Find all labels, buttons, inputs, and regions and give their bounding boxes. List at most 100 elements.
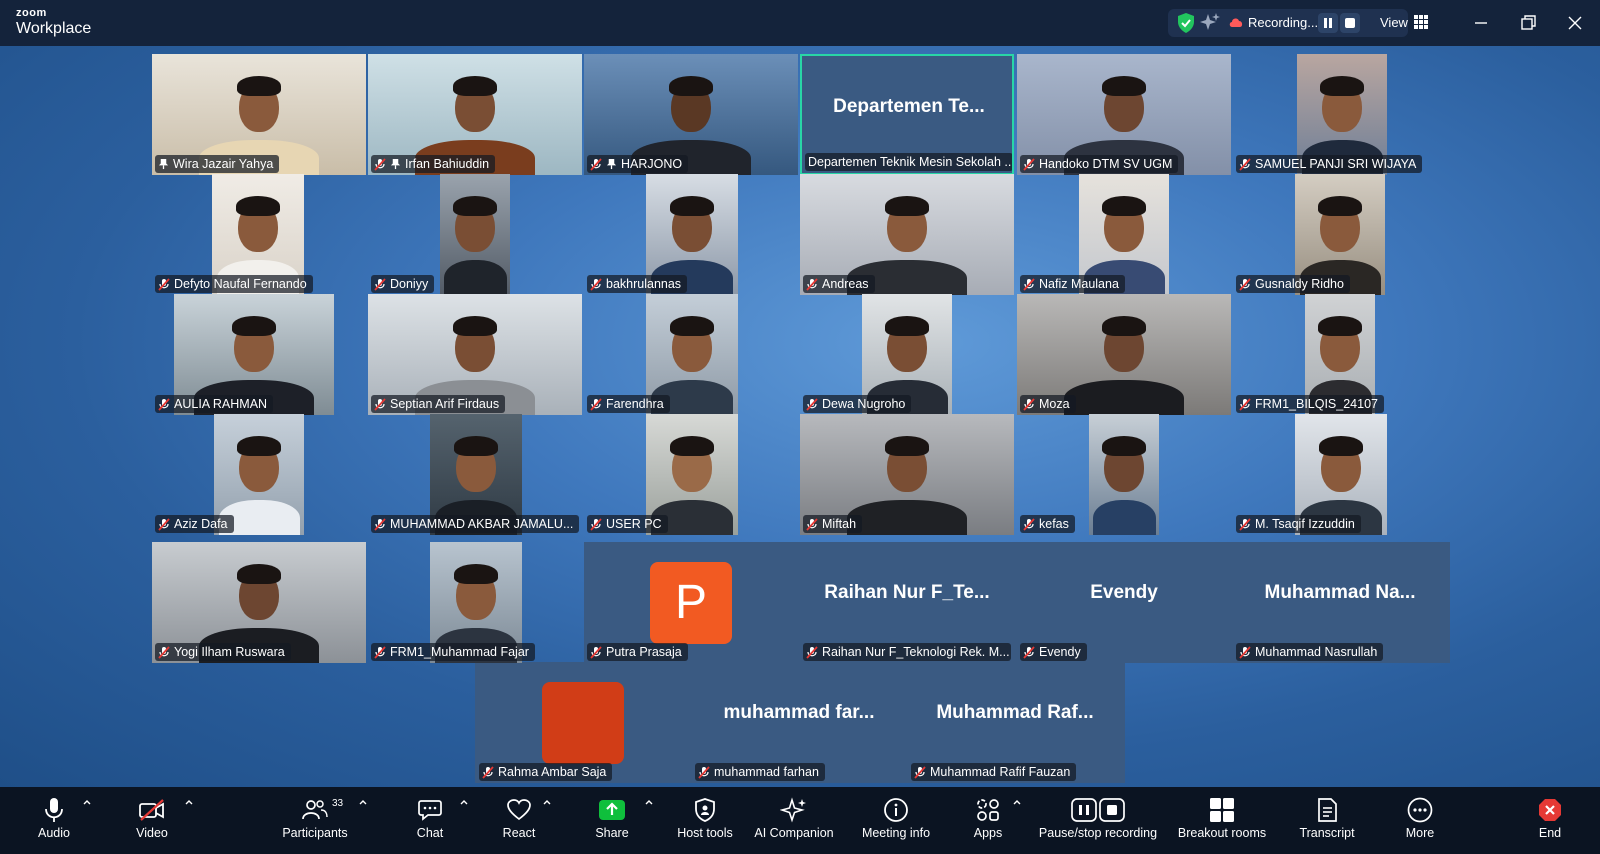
pause-recording-button[interactable] <box>1318 13 1338 33</box>
participant-name-tag: Yogi Ilham Ruswara <box>155 643 291 661</box>
muted-microphone-icon <box>1239 517 1251 531</box>
close-icon[interactable] <box>1562 10 1588 36</box>
video-off-icon <box>139 799 164 821</box>
ai-sparkle-icon[interactable] <box>1200 12 1220 32</box>
participant-name-tag: Rahma Ambar Saja <box>479 763 613 781</box>
participant-name: Irfan Bahiuddin <box>405 157 490 171</box>
minimize-icon[interactable] <box>1468 10 1494 36</box>
pause-stop-icon <box>1071 798 1125 822</box>
participant-tile[interactable]: FRM1_BILQIS_24107 <box>1233 294 1447 415</box>
participant-tile[interactable]: MUHAMMAD AKBAR JAMALU... <box>368 414 582 535</box>
grid-view-icon[interactable] <box>1414 15 1428 29</box>
participant-tile[interactable]: Yogi Ilham Ruswara <box>152 542 366 663</box>
chat-options-chevron-up-icon[interactable] <box>459 797 469 807</box>
participant-name-tag: Handoko DTM SV UGM <box>1020 155 1179 173</box>
participant-tile[interactable]: Handoko DTM SV UGM <box>1017 54 1231 175</box>
participant-tile[interactable]: USER PC <box>584 414 798 535</box>
participant-tile[interactable]: Nafiz Maulana <box>1017 174 1231 295</box>
shield-icon[interactable] <box>1176 12 1196 34</box>
participant-tile[interactable]: Muhammad Na... Muhammad Nasrullah <box>1233 542 1447 663</box>
participant-name-tag: MUHAMMAD AKBAR JAMALU... <box>371 515 579 533</box>
participant-silhouette-hair <box>1102 76 1146 96</box>
view-button[interactable]: View <box>1380 15 1408 30</box>
end-icon <box>1539 799 1561 821</box>
chat-button[interactable]: Chat <box>410 787 450 854</box>
participant-name: bakhrulannas <box>606 277 682 291</box>
muted-microphone-icon <box>590 397 602 411</box>
audio-button[interactable]: Audio <box>34 787 74 854</box>
participant-silhouette-hair <box>1102 196 1146 216</box>
pause-stop-recording-button[interactable]: Pause/stop recording <box>1036 787 1160 854</box>
participant-tile[interactable]: Defyto Naufal Fernando <box>152 174 366 295</box>
participant-name-tag: bakhrulannas <box>587 275 688 293</box>
participant-tile[interactable]: Muhammad Raf... Muhammad Rafif Fauzan <box>908 662 1122 783</box>
participant-silhouette-hair <box>453 316 497 336</box>
audio-options-chevron-up-icon[interactable] <box>82 797 92 807</box>
participant-tile[interactable]: bakhrulannas <box>584 174 798 295</box>
participant-tile[interactable]: Rahma Ambar Saja <box>476 662 690 783</box>
apps-options-chevron-up-icon[interactable] <box>1012 797 1022 807</box>
muted-microphone-icon <box>806 277 818 291</box>
participant-tile[interactable]: kefas <box>1017 414 1231 535</box>
participant-tile[interactable]: M. Tsaqif Izzuddin <box>1233 414 1447 535</box>
participant-tile[interactable]: muhammad far... muhammad farhan <box>692 662 906 783</box>
share-label: Share <box>595 826 629 840</box>
muted-microphone-icon <box>374 645 386 659</box>
react-button[interactable]: React <box>498 787 540 854</box>
more-button[interactable]: More <box>1396 787 1444 854</box>
participant-avatar <box>542 682 624 764</box>
participant-tile[interactable]: Raihan Nur F_Te... Raihan Nur F_Teknologi… <box>800 542 1014 663</box>
participant-tile[interactable]: AULIA RAHMAN <box>152 294 366 415</box>
participant-tile[interactable]: Dewa Nugroho <box>800 294 1014 415</box>
ai-companion-button[interactable]: AI Companion <box>752 787 836 854</box>
muted-microphone-icon <box>806 517 818 531</box>
muted-microphone-icon <box>698 765 710 779</box>
share-button[interactable]: Share <box>592 787 632 854</box>
participant-name-tag: Dewa Nugroho <box>803 395 912 413</box>
participant-name: Nafiz Maulana <box>1039 277 1119 291</box>
participant-silhouette-hair <box>236 196 280 216</box>
participant-tile[interactable]: Farendhra <box>584 294 798 415</box>
transcript-button[interactable]: Transcript <box>1292 787 1362 854</box>
participant-tile[interactable]: Miftah <box>800 414 1014 535</box>
participant-tile[interactable]: SAMUEL PANJI SRI WIJAYA <box>1233 54 1447 175</box>
participant-name-tag: Putra Prasaja <box>587 643 688 661</box>
react-options-chevron-up-icon[interactable] <box>542 797 552 807</box>
participant-tile[interactable]: Aziz Dafa <box>152 414 366 535</box>
audio-label: Audio <box>38 826 70 840</box>
stop-recording-button[interactable] <box>1340 13 1360 33</box>
video-button[interactable]: Video <box>131 787 173 854</box>
participant-tile[interactable]: HARJONO <box>584 54 798 175</box>
participant-tile[interactable]: Moza <box>1017 294 1231 415</box>
info-icon <box>884 798 908 822</box>
restore-icon[interactable] <box>1515 10 1541 36</box>
participant-tile[interactable]: Doniyy <box>368 174 582 295</box>
participant-tile[interactable]: Septian Arif Firdaus <box>368 294 582 415</box>
more-label: More <box>1405 826 1435 840</box>
share-options-chevron-up-icon[interactable] <box>644 797 654 807</box>
participant-name: Muhammad Nasrullah <box>1255 645 1378 659</box>
host-tools-label: Host tools <box>677 826 733 840</box>
breakout-rooms-button[interactable]: Breakout rooms <box>1176 787 1268 854</box>
participants-options-chevron-up-icon[interactable] <box>358 797 368 807</box>
ai-companion-sparkle-icon <box>780 797 806 823</box>
participant-tile[interactable]: FRM1_Muhammad Fajar <box>368 542 582 663</box>
participant-tile[interactable]: Departemen Te... Departemen Teknik Mesin … <box>800 54 1014 175</box>
muted-microphone-icon <box>374 277 386 291</box>
participant-tile[interactable]: Evendy Evendy <box>1017 542 1231 663</box>
participant-name: Raihan Nur F_Teknologi Rek. M... <box>822 645 1010 659</box>
meeting-info-button[interactable]: Meeting info <box>856 787 936 854</box>
end-meeting-button[interactable]: End <box>1532 787 1568 854</box>
participant-tile[interactable]: Wira Jazair Yahya <box>152 54 366 175</box>
apps-button[interactable]: Apps <box>968 787 1008 854</box>
host-tools-button[interactable]: Host tools <box>672 787 738 854</box>
participant-tile[interactable]: Andreas <box>800 174 1014 295</box>
muted-microphone-icon <box>374 157 386 171</box>
host-shield-icon <box>695 798 715 822</box>
participant-tile[interactable]: P Putra Prasaja <box>584 542 798 663</box>
video-options-chevron-up-icon[interactable] <box>184 797 194 807</box>
participant-tile[interactable]: Gusnaldy Ridho <box>1233 174 1447 295</box>
muted-microphone-icon <box>1023 517 1035 531</box>
participant-tile[interactable]: Irfan Bahiuddin <box>368 54 582 175</box>
participant-name: Muhammad Rafif Fauzan <box>930 765 1071 779</box>
